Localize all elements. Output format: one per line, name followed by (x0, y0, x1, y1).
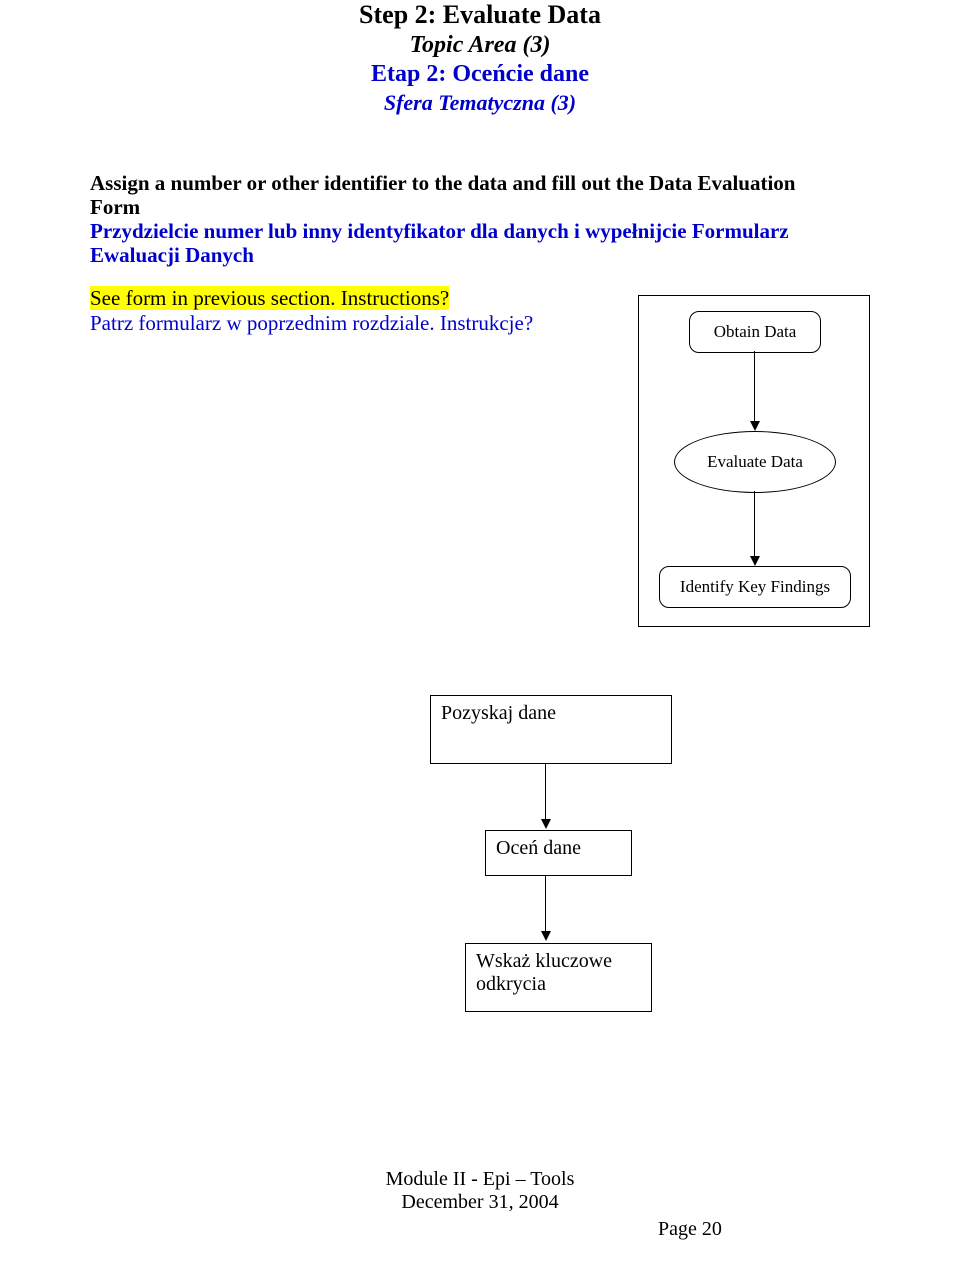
arrow-head-icon (541, 931, 551, 941)
node-wskaz-odkrycia: Wskaż kluczowe odkrycia (465, 943, 652, 1012)
footer-date: December 31, 2004 (0, 1191, 960, 1214)
assign-en-line2: Form (90, 195, 870, 219)
topic-en: Topic Area (3) (90, 32, 870, 59)
ref-pl: Patrz formularz w poprzednim rozdziale. … (90, 311, 533, 335)
assign-pl-line2: Ewaluacji Danych (90, 243, 870, 267)
node-pozyskaj-dane: Pozyskaj dane (430, 695, 672, 764)
node-identify-findings: Identify Key Findings (659, 566, 851, 608)
diagram-pl: Pozyskaj dane Oceń dane Wskaż kluczowe o… (430, 695, 690, 1025)
arrow-icon (754, 491, 755, 556)
arrow-head-icon (541, 819, 551, 829)
assign-en-line1: Assign a number or other identifier to t… (90, 171, 870, 195)
arrow-head-icon (750, 421, 760, 431)
node-obtain-data: Obtain Data (689, 311, 821, 353)
assign-pl-line1: Przydzielcie numer lub inny identyfikato… (90, 219, 870, 243)
arrow-icon (545, 764, 546, 819)
title-en: Step 2: Evaluate Data (90, 0, 870, 30)
footer-module: Module II - Epi – Tools (0, 1168, 960, 1191)
arrow-head-icon (750, 556, 760, 566)
arrow-icon (545, 876, 546, 931)
topic-pl: Sfera Tematyczna (3) (90, 90, 870, 116)
diagram-en: Obtain Data Evaluate Data Identify Key F… (638, 295, 870, 627)
ref-en: See form in previous section. Instructio… (90, 286, 449, 310)
arrow-icon (754, 351, 755, 421)
node-evaluate-data: Evaluate Data (674, 431, 836, 493)
page-heading: Step 2: Evaluate Data Topic Area (3) Eta… (90, 0, 870, 116)
footer-page-number: Page 20 (420, 1218, 960, 1241)
page-footer: Module II - Epi – Tools December 31, 200… (0, 1168, 960, 1241)
node-ocen-dane: Oceń dane (485, 830, 632, 876)
title-pl: Etap 2: Oceńcie dane (90, 61, 870, 88)
